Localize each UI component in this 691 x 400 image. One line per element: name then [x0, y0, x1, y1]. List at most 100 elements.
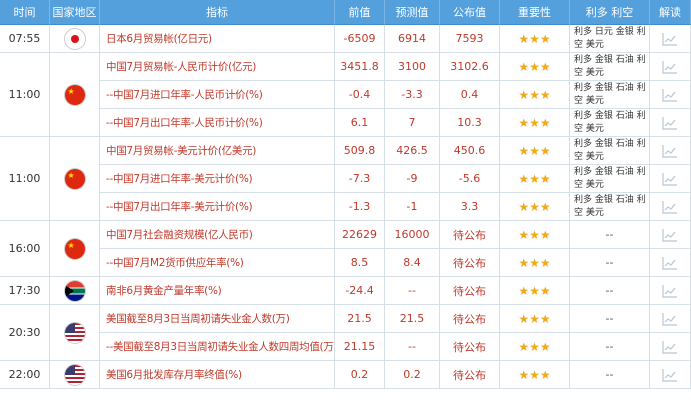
indicator-name[interactable]: 南非6月黄金产量年率(%) — [100, 277, 335, 305]
impact-assets: -- — [570, 361, 650, 389]
country-cell — [50, 53, 100, 137]
importance-stars: ★★★ — [500, 221, 570, 249]
event-time: 22:00 — [0, 361, 50, 389]
header-time: 时间 — [0, 0, 50, 25]
impact-assets: 利多 金银 石油 利空 美元 — [570, 81, 650, 109]
chart-icon — [662, 60, 677, 74]
japan-flag-icon — [64, 28, 85, 49]
analysis-chart-icon[interactable] — [650, 305, 691, 333]
chart-icon — [662, 368, 677, 382]
analysis-chart-icon[interactable] — [650, 25, 691, 53]
event-time: 16:00 — [0, 221, 50, 277]
previous-value: 22629 — [335, 221, 385, 249]
forecast-value: 21.5 — [385, 305, 440, 333]
forecast-value: -1 — [385, 193, 440, 221]
analysis-chart-icon[interactable] — [650, 193, 691, 221]
actual-value: 待公布 — [440, 221, 500, 249]
forecast-value: -- — [385, 277, 440, 305]
analysis-chart-icon[interactable] — [650, 81, 691, 109]
previous-value: -24.4 — [335, 277, 385, 305]
header-analysis: 解读 — [650, 0, 691, 25]
forecast-value: -9 — [385, 165, 440, 193]
forecast-value: 6914 — [385, 25, 440, 53]
forecast-value: 7 — [385, 109, 440, 137]
chart-icon — [662, 228, 677, 242]
previous-value: -6509 — [335, 25, 385, 53]
analysis-chart-icon[interactable] — [650, 221, 691, 249]
analysis-chart-icon[interactable] — [650, 165, 691, 193]
importance-stars: ★★★ — [500, 137, 570, 165]
importance-stars: ★★★ — [500, 277, 570, 305]
actual-value: 待公布 — [440, 277, 500, 305]
indicator-name[interactable]: 中国7月贸易帐-美元计价(亿美元) — [100, 137, 335, 165]
actual-value: 待公布 — [440, 249, 500, 277]
header-actual: 公布值 — [440, 0, 500, 25]
previous-value: 8.5 — [335, 249, 385, 277]
chart-icon — [662, 172, 677, 186]
actual-value: 待公布 — [440, 305, 500, 333]
importance-stars: ★★★ — [500, 81, 570, 109]
analysis-chart-icon[interactable] — [650, 109, 691, 137]
forecast-value: 0.2 — [385, 361, 440, 389]
indicator-name[interactable]: --中国7月出口年率-美元计价(%) — [100, 193, 335, 221]
header-importance: 重要性 — [500, 0, 570, 25]
chart-icon — [662, 32, 677, 46]
previous-value: 3451.8 — [335, 53, 385, 81]
previous-value: 509.8 — [335, 137, 385, 165]
analysis-chart-icon[interactable] — [650, 53, 691, 81]
importance-stars: ★★★ — [500, 193, 570, 221]
actual-value: -5.6 — [440, 165, 500, 193]
forecast-value: 3100 — [385, 53, 440, 81]
importance-stars: ★★★ — [500, 25, 570, 53]
previous-value: -0.4 — [335, 81, 385, 109]
economic-calendar-table: 时间 国家地区 指标 前值 预测值 公布值 重要性 利多 利空 解读 07:55 日本6月贸易帐(亿… — [0, 0, 691, 400]
event-time: 11:00 — [0, 53, 50, 137]
indicator-name[interactable]: 中国7月贸易帐-人民币计价(亿元) — [100, 53, 335, 81]
analysis-chart-icon[interactable] — [650, 249, 691, 277]
previous-value: -1.3 — [335, 193, 385, 221]
chart-icon — [662, 88, 677, 102]
country-cell — [50, 137, 100, 221]
indicator-name[interactable]: 中国7月社会融资规模(亿人民币) — [100, 221, 335, 249]
actual-value: 3.3 — [440, 193, 500, 221]
previous-value: 6.1 — [335, 109, 385, 137]
analysis-chart-icon[interactable] — [650, 361, 691, 389]
country-cell — [50, 305, 100, 361]
impact-assets: 利多 金银 石油 利空 美元 — [570, 109, 650, 137]
actual-value: 450.6 — [440, 137, 500, 165]
event-time: 20:30 — [0, 305, 50, 361]
chart-icon — [662, 256, 677, 270]
previous-value: 21.5 — [335, 305, 385, 333]
forecast-value: -- — [385, 333, 440, 361]
indicator-name[interactable]: 日本6月贸易帐(亿日元) — [100, 25, 335, 53]
analysis-chart-icon[interactable] — [650, 137, 691, 165]
importance-stars: ★★★ — [500, 53, 570, 81]
impact-assets: 利多 金银 石油 利空 美元 — [570, 53, 650, 81]
indicator-name[interactable]: --中国7月进口年率-人民币计价(%) — [100, 81, 335, 109]
indicator-name[interactable]: 美国6月批发库存月率终值(%) — [100, 361, 335, 389]
header-impact: 利多 利空 — [570, 0, 650, 25]
header-previous: 前值 — [335, 0, 385, 25]
indicator-name[interactable]: --中国7月出口年率-人民币计价(%) — [100, 109, 335, 137]
impact-assets: -- — [570, 305, 650, 333]
header-forecast: 预测值 — [385, 0, 440, 25]
event-time: 07:55 — [0, 25, 50, 53]
indicator-name[interactable]: --中国7月进口年率-美元计价(%) — [100, 165, 335, 193]
china-flag-icon — [64, 238, 85, 259]
previous-value: -7.3 — [335, 165, 385, 193]
impact-assets: 利多 金银 石油 利空 美元 — [570, 137, 650, 165]
chart-icon — [662, 116, 677, 130]
header-country: 国家地区 — [50, 0, 100, 25]
analysis-chart-icon[interactable] — [650, 333, 691, 361]
indicator-name[interactable]: --中国7月M2货币供应年率(%) — [100, 249, 335, 277]
indicator-name[interactable]: 美国截至8月3日当周初请失业金人数(万) — [100, 305, 335, 333]
impact-assets: -- — [570, 249, 650, 277]
actual-value: 待公布 — [440, 361, 500, 389]
country-cell — [50, 277, 100, 305]
analysis-chart-icon[interactable] — [650, 277, 691, 305]
event-time: 11:00 — [0, 137, 50, 221]
forecast-value: -3.3 — [385, 81, 440, 109]
impact-assets: -- — [570, 277, 650, 305]
chart-icon — [662, 284, 677, 298]
indicator-name[interactable]: --美国截至8月3日当周初请失业金人数四周均值(万) — [100, 333, 335, 361]
